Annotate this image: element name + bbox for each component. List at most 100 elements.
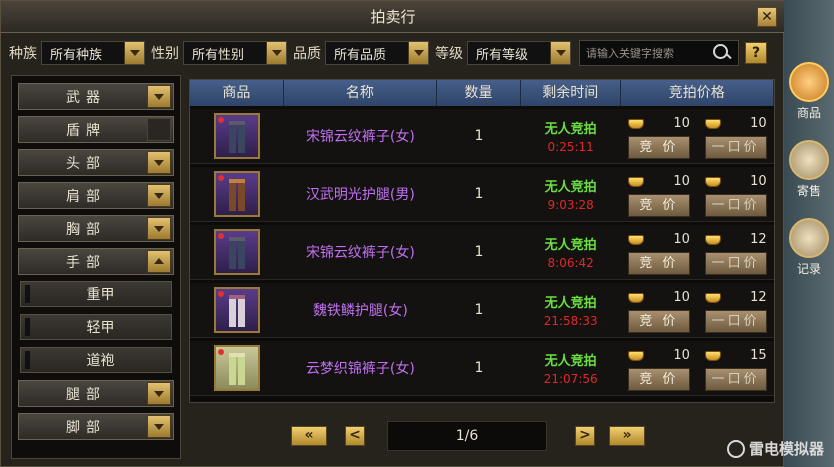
- prev-page-button[interactable]: <: [345, 426, 365, 446]
- tab-consign[interactable]: 寄售: [786, 136, 832, 206]
- bid-button[interactable]: 竞 价: [627, 193, 690, 217]
- item-icon[interactable]: [213, 345, 260, 391]
- buyout-button[interactable]: 一口价: [704, 309, 767, 333]
- tab-label: 商品: [796, 106, 821, 120]
- quality-select[interactable]: 所有品质: [325, 41, 429, 65]
- category-label: 头部: [66, 155, 106, 172]
- next-page-button[interactable]: >: [575, 426, 595, 446]
- category-head[interactable]: 头部: [18, 149, 174, 176]
- item-icon[interactable]: [213, 229, 260, 275]
- quality-label: 品质: [293, 46, 321, 62]
- tab-records[interactable]: 记录: [786, 214, 832, 284]
- item-icon[interactable]: [213, 287, 260, 333]
- help-button[interactable]: ?: [745, 42, 767, 64]
- bid-status: 无人竞拍: [544, 296, 597, 311]
- last-page-button[interactable]: »: [609, 426, 645, 446]
- category-shield[interactable]: 盾牌: [18, 116, 174, 143]
- gold-ingot-icon: [627, 350, 644, 361]
- page-indicator: 1/6: [387, 421, 547, 451]
- chevron-down-icon[interactable]: [147, 85, 171, 108]
- gold-ingot-icon: [627, 292, 644, 303]
- item-name: 宋锦云纹裤子(女): [305, 129, 415, 145]
- chevron-down-icon[interactable]: [550, 42, 570, 64]
- search-input[interactable]: [586, 46, 710, 60]
- tab-goods[interactable]: 商品: [786, 58, 832, 128]
- category-feet[interactable]: 脚部: [18, 413, 174, 440]
- buyout-button[interactable]: 一口价: [704, 135, 767, 159]
- subcategory-label: 重甲: [86, 287, 115, 303]
- tab-label: 记录: [796, 262, 821, 276]
- filter-bar: 种族 所有种族 性别 所有性别 品质 所有品质 等级 所有等级 ?: [1, 35, 785, 71]
- bid-button[interactable]: 竞 价: [627, 309, 690, 333]
- table-row[interactable]: 宋锦云纹裤子(女) 1 无人竞拍 0:25:11 10 竞 价 10 一口价: [190, 109, 774, 164]
- empty-arrow-slot: [147, 118, 171, 141]
- table-row[interactable]: 魏铁鳞护腿(女) 1 无人竞拍 21:58:33 10 竞 价 12 一口价: [190, 283, 774, 338]
- gender-value: 所有性别: [192, 47, 245, 63]
- scroll-icon: [789, 218, 829, 258]
- buyout-button[interactable]: 一口价: [704, 193, 767, 217]
- time-left: 0:25:11: [547, 140, 594, 154]
- category-shoulder[interactable]: 肩部: [18, 182, 174, 209]
- item-quantity: 1: [474, 360, 484, 376]
- buyout-button[interactable]: 一口价: [704, 251, 767, 275]
- category-weapon[interactable]: 武器: [18, 83, 174, 110]
- table-row[interactable]: 云梦织锦裤子(女) 1 无人竞拍 21:07:56 10 竞 价 15 一口价: [190, 341, 774, 396]
- bid-button[interactable]: 竞 价: [627, 367, 690, 391]
- chevron-down-icon[interactable]: [147, 184, 171, 207]
- emulator-logo-icon: [726, 439, 745, 458]
- category-label: 肩部: [66, 188, 106, 205]
- bid-button[interactable]: 竞 价: [627, 251, 690, 275]
- gender-select[interactable]: 所有性别: [183, 41, 287, 65]
- time-left: 9:03:28: [547, 198, 594, 212]
- chevron-down-icon[interactable]: [147, 217, 171, 240]
- title-bar: 拍卖行 ✕: [1, 1, 785, 33]
- gem-icon: [217, 117, 224, 123]
- quality-value: 所有品质: [334, 47, 387, 63]
- chevron-down-icon[interactable]: [147, 151, 171, 174]
- category-label: 胸部: [66, 221, 106, 238]
- bid-status: 无人竞拍: [544, 354, 597, 369]
- gender-label: 性别: [151, 46, 179, 62]
- category-label: 腿部: [66, 386, 106, 403]
- pants-icon: [228, 353, 245, 385]
- chevron-down-icon[interactable]: [147, 415, 171, 438]
- race-select[interactable]: 所有种族: [41, 41, 145, 65]
- item-icon[interactable]: [213, 171, 260, 217]
- item-icon[interactable]: [213, 113, 260, 159]
- gem-icon: [217, 175, 224, 181]
- table-row[interactable]: 宋锦云纹裤子(女) 1 无人竞拍 8:06:42 10 竞 价 12 一口价: [190, 225, 774, 280]
- buyout-price: 15: [750, 348, 767, 363]
- item-name: 云梦织锦裤子(女): [305, 361, 415, 377]
- buyout-price: 10: [750, 116, 767, 131]
- close-button[interactable]: ✕: [757, 7, 777, 27]
- item-name: 魏铁鳞护腿(女): [312, 303, 408, 319]
- chevron-down-icon[interactable]: [266, 42, 286, 64]
- bid-price: 10: [673, 290, 690, 305]
- level-select[interactable]: 所有等级: [467, 41, 571, 65]
- chevron-down-icon[interactable]: [408, 42, 428, 64]
- bid-price: 10: [673, 348, 690, 363]
- subcategory-heavy-armor[interactable]: 重甲: [20, 281, 172, 307]
- bid-button[interactable]: 竞 价: [627, 135, 690, 159]
- table-row[interactable]: 汉武明光护腿(男) 1 无人竞拍 9:03:28 10 竞 价 10 一口价: [190, 167, 774, 222]
- gold-ingot-icon: [704, 292, 721, 303]
- buyout-button[interactable]: 一口价: [704, 367, 767, 391]
- gold-ingot-icon: [627, 176, 644, 187]
- header-price: 竞拍价格: [621, 80, 774, 106]
- subcategory-robe[interactable]: 道袍: [20, 347, 172, 373]
- chevron-down-icon[interactable]: [147, 382, 171, 405]
- item-quantity: 1: [474, 302, 484, 318]
- search-box: [579, 40, 739, 66]
- chevron-up-icon[interactable]: [147, 250, 171, 273]
- category-chest[interactable]: 胸部: [18, 215, 174, 242]
- search-icon[interactable]: [710, 42, 732, 64]
- category-hand[interactable]: 手部: [18, 248, 174, 275]
- category-label: 武器: [66, 89, 106, 106]
- gold-ingot-icon: [627, 234, 644, 245]
- right-dock: 商品 寄售 记录: [784, 0, 834, 467]
- race-value: 所有种族: [50, 47, 103, 63]
- first-page-button[interactable]: «: [291, 426, 327, 446]
- chevron-down-icon[interactable]: [124, 42, 144, 64]
- category-legs[interactable]: 腿部: [18, 380, 174, 407]
- subcategory-light-armor[interactable]: 轻甲: [20, 314, 172, 340]
